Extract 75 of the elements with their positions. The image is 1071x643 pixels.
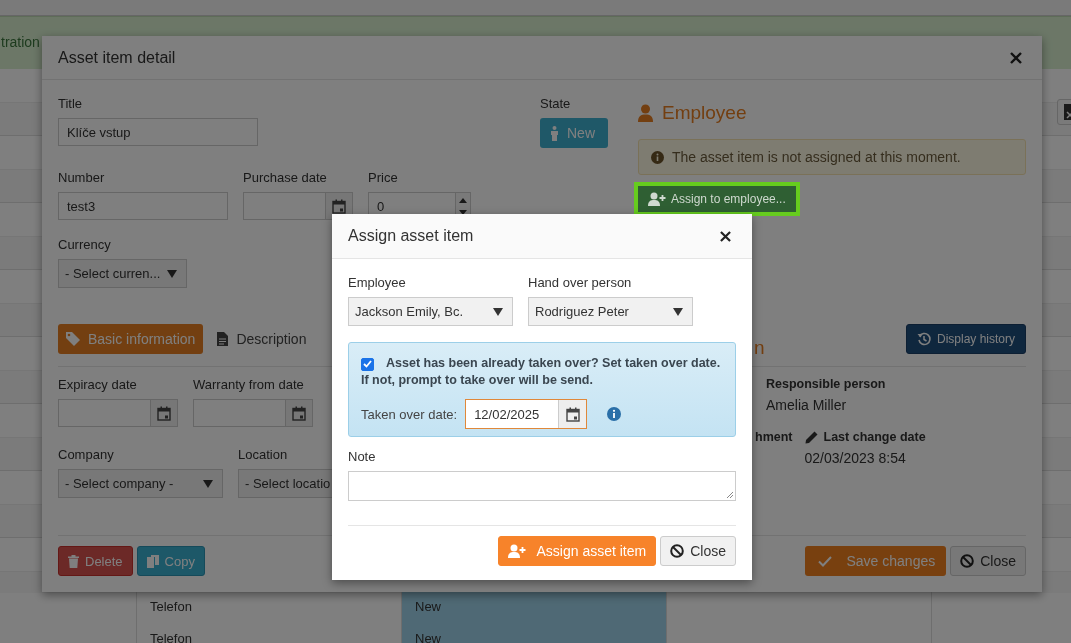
close-button[interactable]: Close [660, 536, 736, 566]
checkbox-label: If not, prompt to take over will be send. [361, 372, 593, 389]
copy-icon [146, 554, 159, 568]
section-heading: Employee [662, 102, 747, 124]
date-field[interactable] [58, 399, 150, 427]
save-changes-button[interactable]: Save changes [805, 546, 947, 576]
field-label: Currency [58, 237, 111, 253]
caret-icon [167, 269, 177, 278]
field-label: Number [58, 170, 105, 186]
user-plus-icon [648, 192, 666, 206]
field-label: Employee [348, 275, 406, 291]
title-field[interactable]: Klíče vstup [58, 118, 258, 146]
dialog-title: Asset item detail [58, 48, 176, 67]
field-label: Taken over date: [361, 406, 458, 422]
person-icon [638, 104, 653, 122]
document-icon [217, 332, 229, 346]
employee-select[interactable]: Jackson Emily, Bc. [348, 297, 513, 326]
field-label: State [540, 96, 571, 112]
checkbox-label: Asset has been already taken over? Set taken over date. [386, 355, 721, 372]
assign-asset-item-button[interactable]: Assign asset item [498, 536, 657, 566]
info-icon [651, 150, 664, 164]
ban-icon [670, 544, 685, 558]
tab[interactable]: Description [209, 324, 315, 354]
date-field[interactable] [193, 399, 285, 427]
section-heading: n [754, 337, 765, 359]
assign-to-employee-button[interactable]: Assign to employee... [634, 182, 800, 216]
person-icon [550, 125, 559, 141]
info-label: hment [755, 430, 793, 446]
field-label: Price [368, 170, 398, 186]
copy-button[interactable]: Copy [136, 546, 205, 576]
user-plus-icon [508, 544, 527, 558]
number-field[interactable]: test3 [58, 192, 228, 220]
trash-icon [68, 554, 79, 568]
display-history-button[interactable]: Display history [905, 324, 1026, 354]
delete-button[interactable]: Delete [58, 546, 133, 576]
field-label: Company [58, 447, 114, 463]
date-field[interactable] [243, 192, 325, 220]
close-button[interactable]: Close [950, 546, 1026, 576]
calendar-icon [292, 405, 306, 421]
caret-icon [203, 479, 213, 488]
info-label: Responsible person [766, 377, 887, 391]
table-cell: New [402, 624, 667, 643]
field-label: Location [238, 447, 288, 463]
note-field[interactable] [348, 471, 736, 501]
tag-icon [66, 332, 80, 346]
hand-over-select[interactable]: Rodriguez Peter [528, 297, 693, 326]
field-label: Title [58, 96, 83, 112]
field-label: Purchase date [243, 170, 327, 186]
resize-grip-icon[interactable] [726, 491, 734, 499]
table-cell: New [402, 592, 667, 624]
alert-text: The asset item is not assigned at this moment. [672, 149, 961, 165]
calendar-icon [157, 405, 171, 421]
field-label: Note [348, 449, 377, 465]
tab[interactable]: Basic information [58, 324, 204, 354]
caret-icon [673, 307, 683, 316]
state-badge: New [540, 118, 608, 148]
info-icon[interactable] [607, 407, 622, 421]
pencil-icon [804, 430, 818, 444]
info-label: Last change date [823, 430, 926, 444]
banner-text: tration [1, 34, 40, 50]
info-value: 02/03/2023 8:54 [804, 450, 907, 466]
calendar-icon [332, 198, 346, 214]
ban-icon [960, 554, 975, 568]
info-value: Amelia Miller [766, 397, 848, 413]
currency-select[interactable]: - Select curren... [58, 259, 187, 288]
close-icon[interactable] [720, 230, 731, 242]
checkbox[interactable] [361, 357, 374, 371]
history-icon [916, 332, 931, 346]
field-label: Hand over person [528, 275, 632, 291]
dialog-title: Assign asset item [348, 227, 474, 245]
company-select[interactable]: - Select company - [58, 469, 223, 498]
field-label: Warranty from date [193, 377, 304, 393]
check-icon [818, 555, 833, 567]
caret-icon [493, 307, 503, 316]
field-label: Expiracy date [58, 377, 137, 393]
